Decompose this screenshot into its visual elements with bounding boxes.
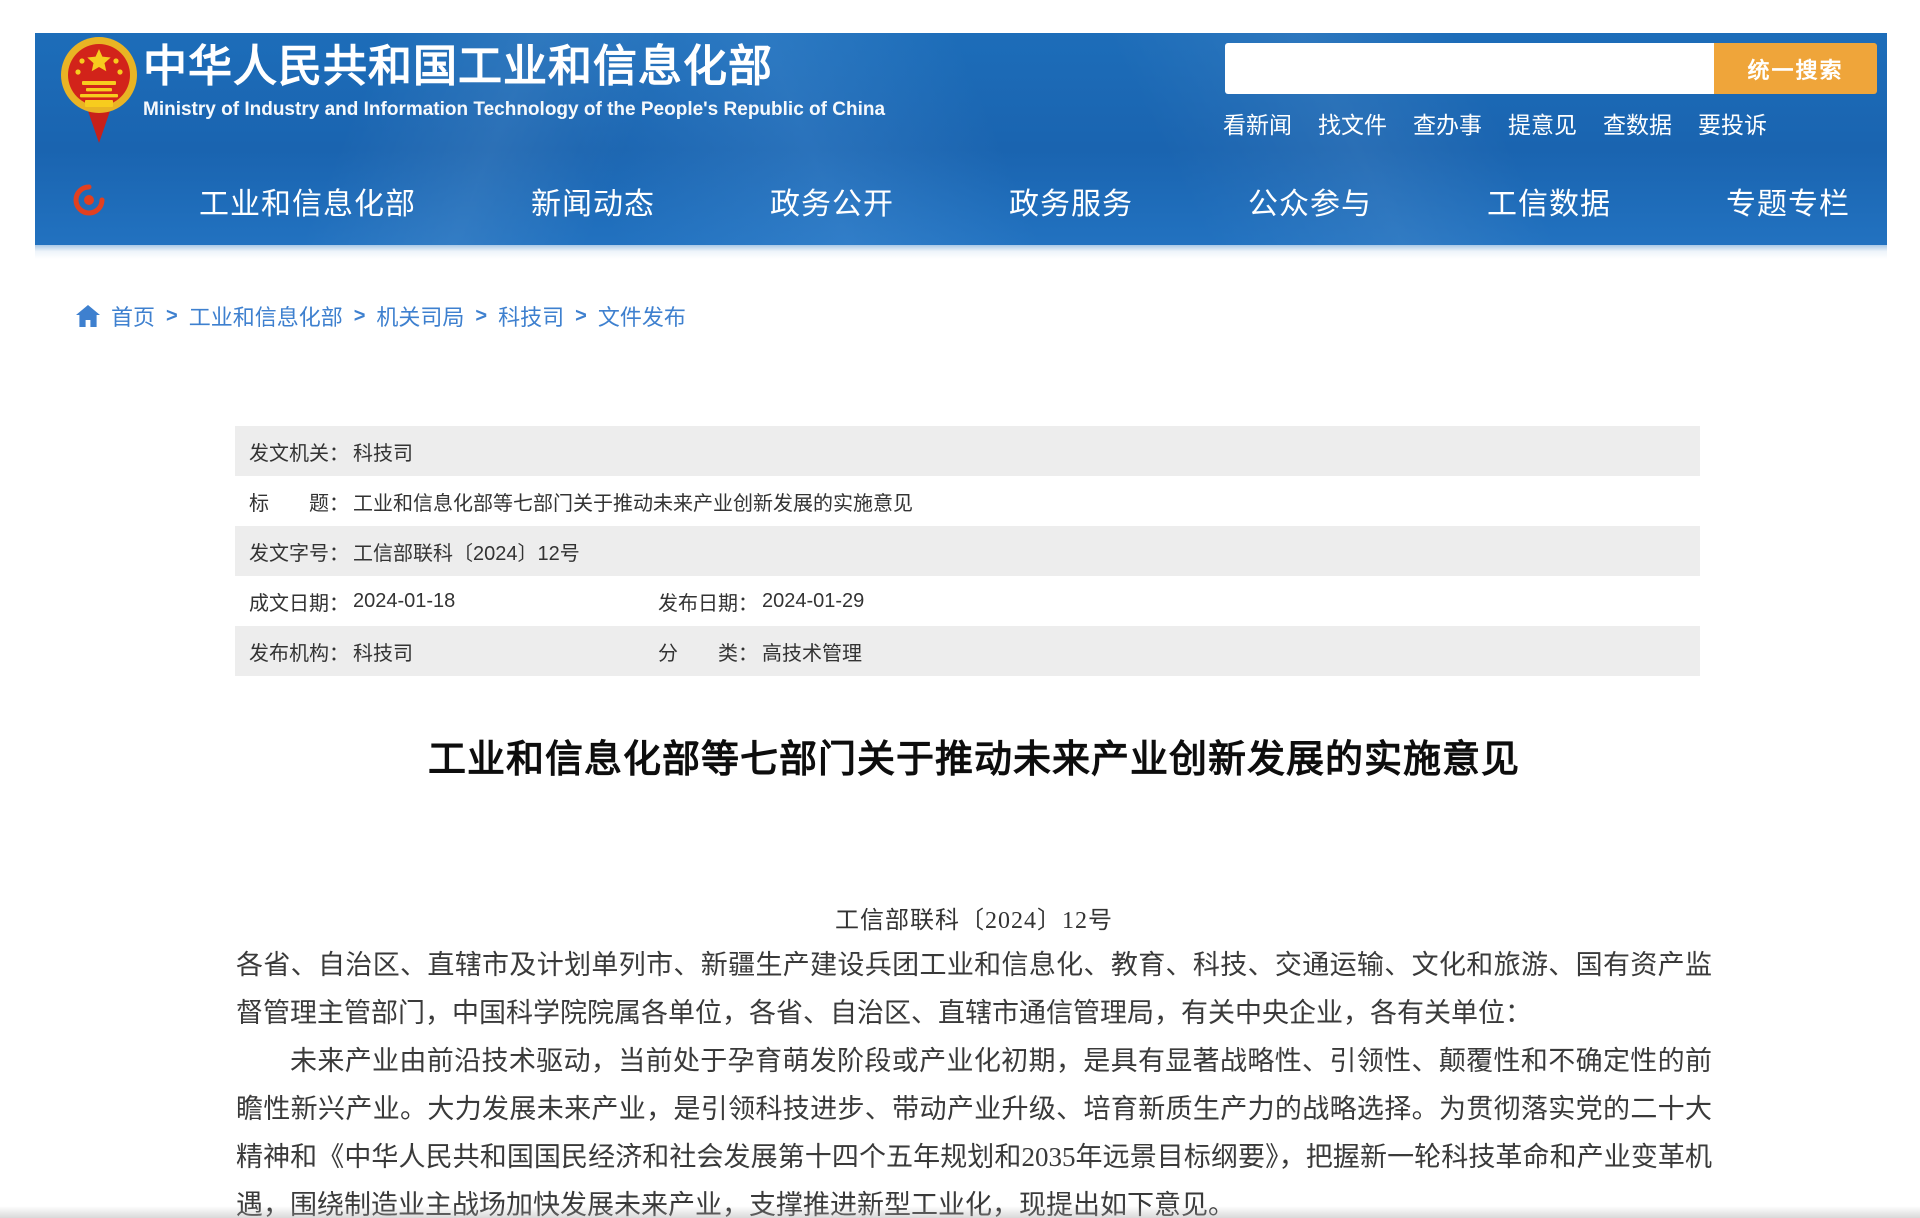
meta-value: 2024-01-18 — [353, 590, 455, 613]
article-paragraph: 各省、自治区、直辖市及计划单列市、新疆生产建设兵团工业和信息化、教育、科技、交通… — [236, 941, 1712, 1037]
site-header: 中华人民共和国工业和信息化部 Ministry of Industry and … — [35, 33, 1887, 245]
meta-table: 发文机关：科技司标 题：工业和信息化部等七部门关于推动未来产业创新发展的实施意见… — [235, 426, 1700, 676]
search-button[interactable]: 统一搜索 — [1714, 43, 1877, 94]
doc-number: 工信部联科〔2024〕12号 — [236, 900, 1712, 935]
meta-label: 分 类： — [658, 637, 758, 666]
meta-cell: 成文日期：2024-01-18 — [249, 587, 658, 616]
quick-links: 看新闻找文件查办事提意见查数据要投诉 — [1223, 106, 1767, 140]
meta-label: 发文机关： — [249, 437, 349, 466]
meta-row: 成文日期：2024-01-18发布日期：2024-01-29 — [235, 576, 1700, 626]
breadcrumb-separator: > — [166, 305, 178, 328]
quick-link[interactable]: 查办事 — [1413, 106, 1482, 140]
main-nav-items: 工业和信息化部 新闻动态 政务公开 政务服务 公众参与 工信数据 专题专栏 — [199, 175, 1850, 227]
meta-cell: 发布日期：2024-01-29 — [658, 587, 864, 616]
meta-row: 发布机构：科技司分 类：高技术管理 — [235, 626, 1700, 676]
breadcrumb-item[interactable]: 机关司局 — [376, 300, 464, 332]
meta-value: 科技司 — [353, 437, 413, 466]
quick-link[interactable]: 查数据 — [1603, 106, 1672, 140]
meta-cell: 标 题：工业和信息化部等七部门关于推动未来产业创新发展的实施意见 — [249, 487, 913, 516]
article-title: 工业和信息化部等七部门关于推动未来产业创新发展的实施意见 — [236, 736, 1712, 784]
home-icon[interactable] — [76, 305, 100, 327]
meta-label: 发布机构： — [249, 637, 349, 666]
nav-item-3[interactable]: 政务公开 — [770, 179, 894, 223]
breadcrumb-item[interactable]: 文件发布 — [598, 300, 686, 332]
meta-row: 标 题：工业和信息化部等七部门关于推动未来产业创新发展的实施意见 — [235, 476, 1700, 526]
breadcrumb-home-link[interactable]: 首页 — [111, 300, 155, 332]
article-paragraph: 未来产业由前沿技术驱动，当前处于孕育萌发阶段或产业化初期，是具有显著战略性、引领… — [236, 1037, 1712, 1218]
site-subtitle: Ministry of Industry and Information Tec… — [143, 99, 885, 121]
breadcrumb-separator: > — [575, 305, 587, 328]
quick-link[interactable]: 要投诉 — [1698, 106, 1767, 140]
meta-value: 工信部联科〔2024〕12号 — [353, 537, 580, 566]
meta-value: 工业和信息化部等七部门关于推动未来产业创新发展的实施意见 — [353, 487, 913, 516]
site-title: 中华人民共和国工业和信息化部 — [143, 41, 885, 93]
national-emblem-icon — [60, 35, 138, 143]
quick-link[interactable]: 找文件 — [1318, 106, 1387, 140]
meta-value: 高技术管理 — [762, 637, 862, 666]
breadcrumb-item[interactable]: 科技司 — [498, 300, 564, 332]
meta-label: 发文字号： — [249, 537, 349, 566]
page: 中华人民共和国工业和信息化部 Ministry of Industry and … — [0, 0, 1920, 1218]
quick-link[interactable]: 提意见 — [1508, 106, 1577, 140]
bottom-fade — [0, 1206, 1920, 1218]
quick-link[interactable]: 看新闻 — [1223, 106, 1292, 140]
meta-cell: 发文机关：科技司 — [249, 437, 413, 466]
nav-item-1[interactable]: 工业和信息化部 — [199, 179, 416, 223]
breadcrumb-item[interactable]: 工业和信息化部 — [189, 300, 343, 332]
meta-cell: 分 类：高技术管理 — [658, 637, 862, 666]
nav-item-2[interactable]: 新闻动态 — [531, 179, 655, 223]
meta-cell: 发文字号：工信部联科〔2024〕12号 — [249, 537, 580, 566]
breadcrumb-separator: > — [354, 305, 366, 328]
meta-value: 科技司 — [353, 637, 413, 666]
nav-item-4[interactable]: 政务服务 — [1009, 179, 1133, 223]
meta-value: 2024-01-29 — [762, 590, 864, 613]
meta-label: 发布日期： — [658, 587, 758, 616]
meta-row: 发文机关：科技司 — [235, 426, 1700, 476]
breadcrumb: 首页 > 工业和信息化部 > 机关司局 > 科技司 > 文件发布 — [76, 300, 686, 332]
meta-label: 标 题： — [249, 487, 349, 516]
search-input[interactable] — [1225, 43, 1714, 94]
article-body: 各省、自治区、直辖市及计划单列市、新疆生产建设兵团工业和信息化、教育、科技、交通… — [236, 941, 1712, 1218]
site-title-block: 中华人民共和国工业和信息化部 Ministry of Industry and … — [143, 41, 885, 121]
header-fade-divider — [35, 245, 1887, 259]
nav-item-7[interactable]: 专题专栏 — [1726, 179, 1850, 223]
nav-item-6[interactable]: 工信数据 — [1487, 179, 1611, 223]
breadcrumb-separator: > — [475, 305, 487, 328]
nav-item-5[interactable]: 公众参与 — [1248, 179, 1372, 223]
main-nav: 工业和信息化部 新闻动态 政务公开 政务服务 公众参与 工信数据 专题专栏 — [35, 175, 1887, 227]
meta-cell: 发布机构：科技司 — [249, 637, 658, 666]
meta-label: 成文日期： — [249, 587, 349, 616]
meta-row: 发文字号：工信部联科〔2024〕12号 — [235, 526, 1700, 576]
mii-swirl-icon — [73, 184, 105, 216]
